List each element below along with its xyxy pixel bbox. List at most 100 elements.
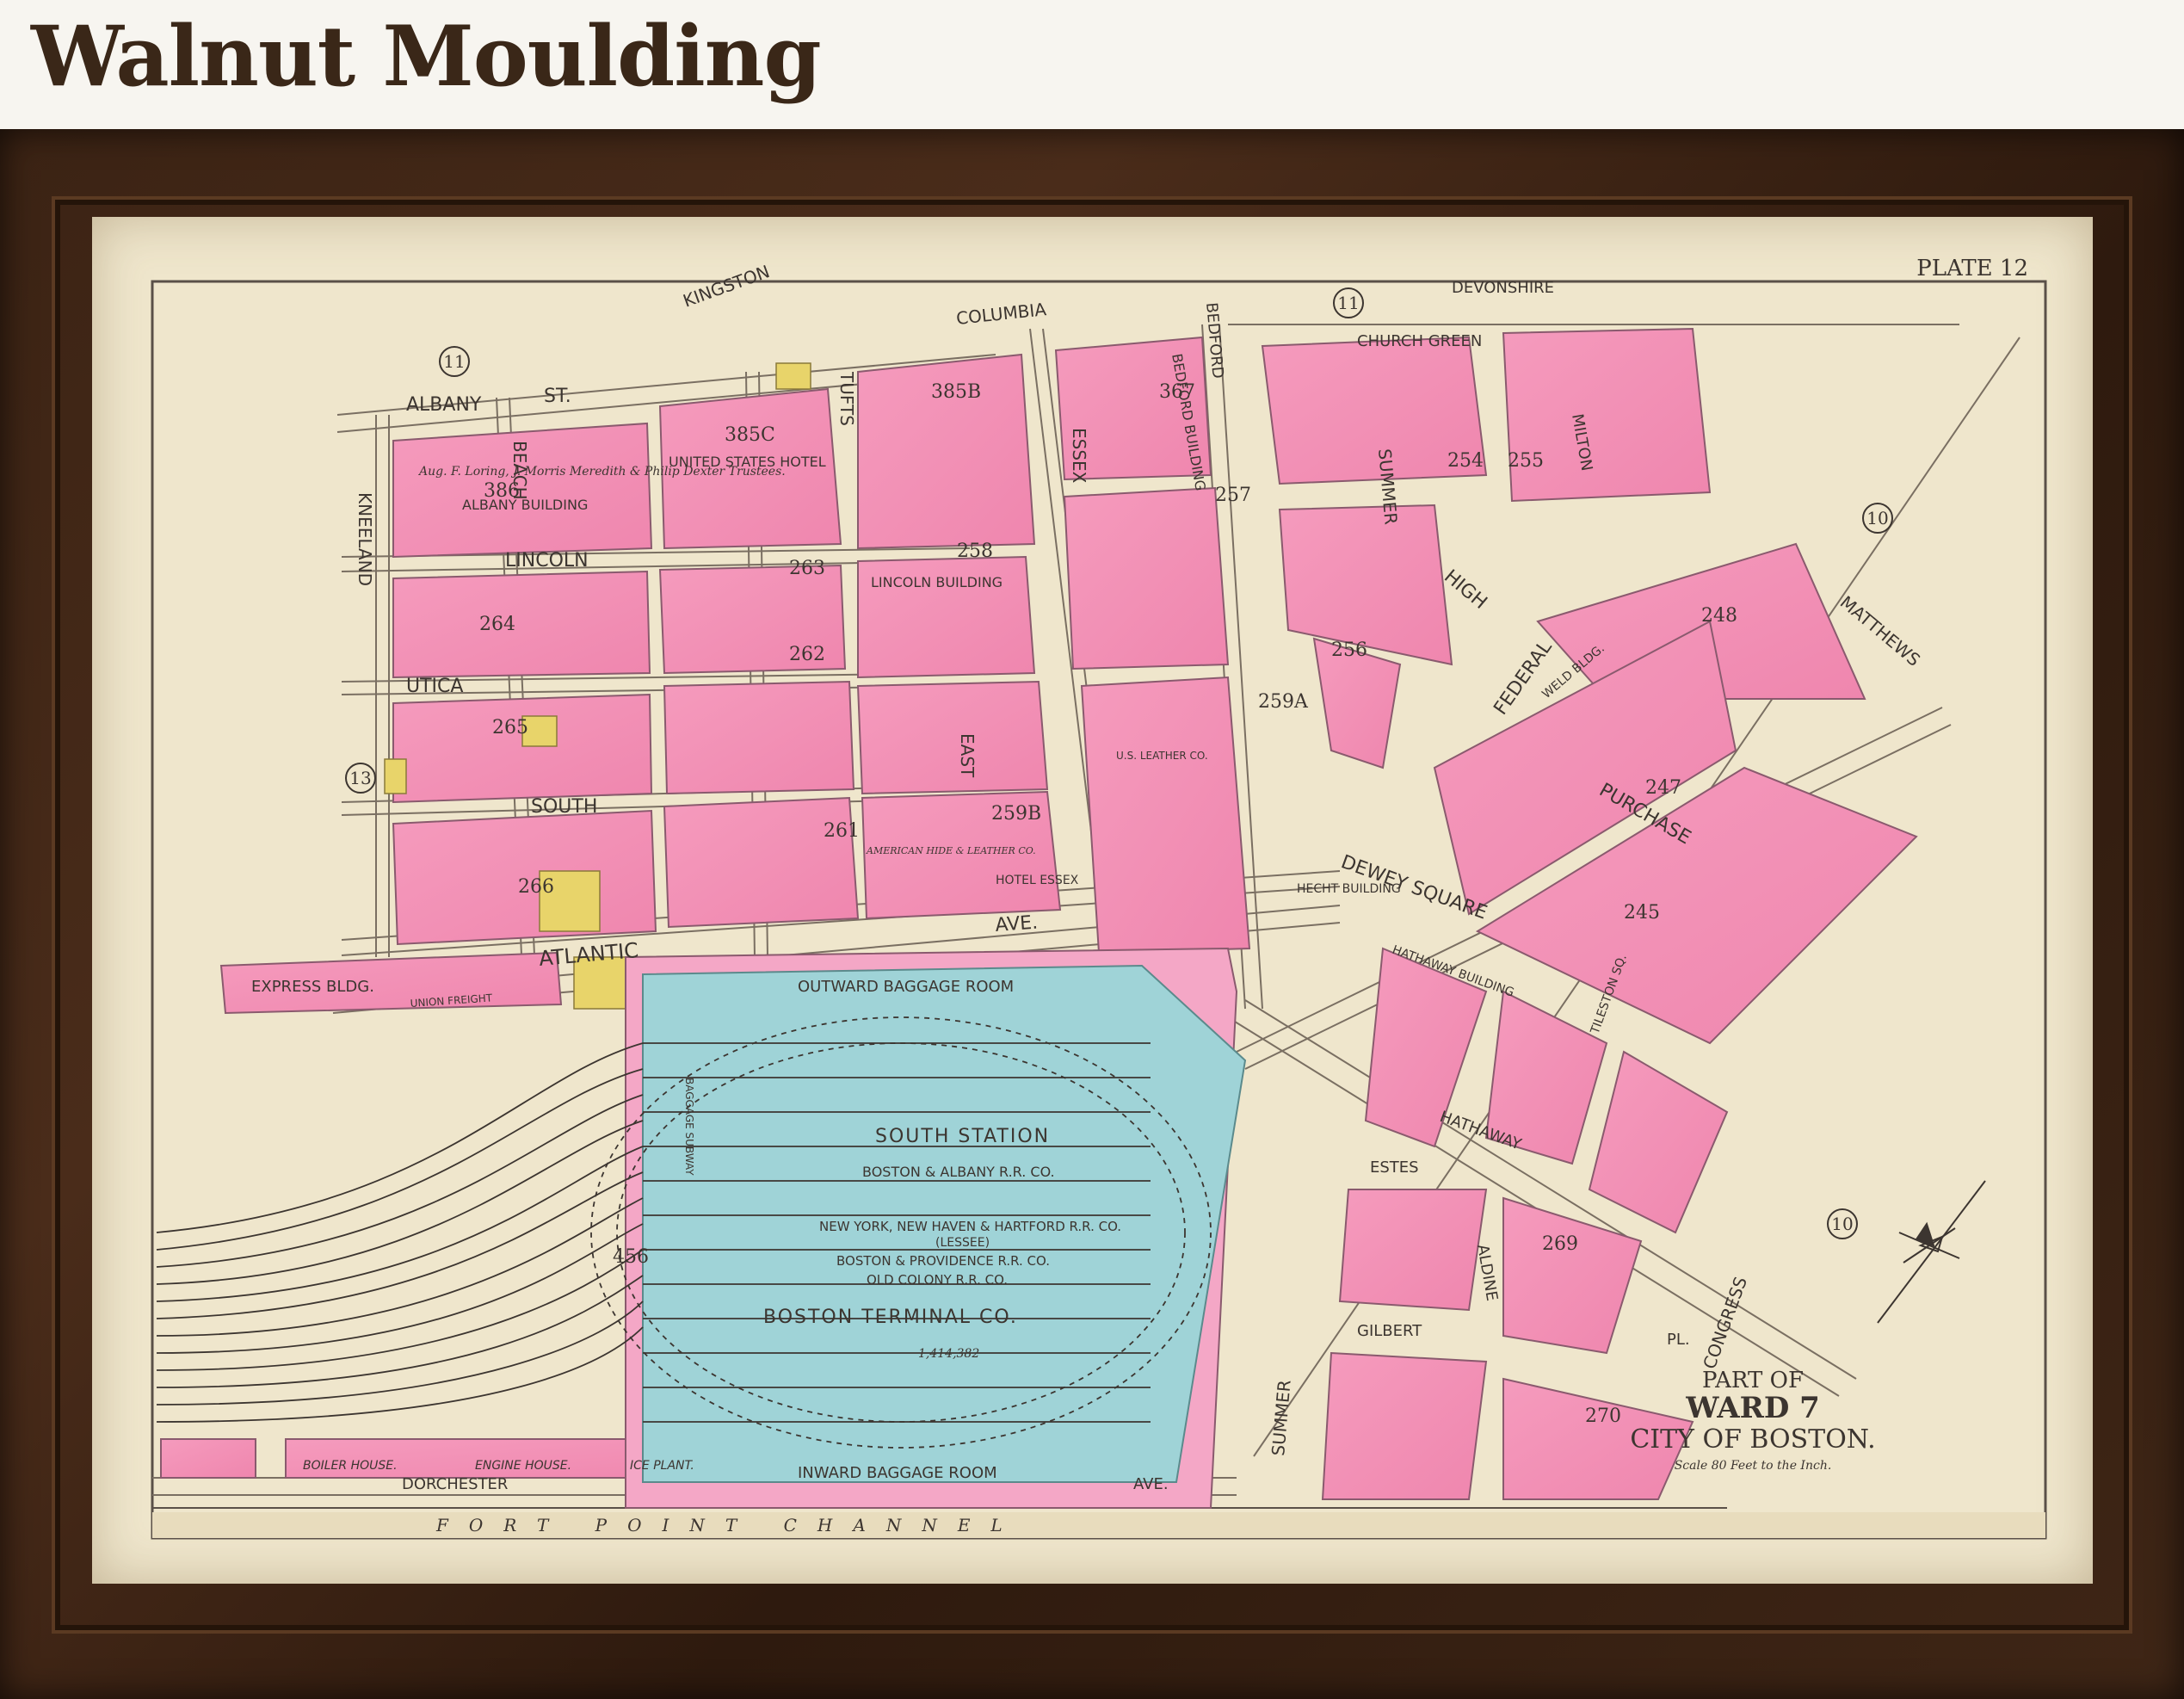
block-hathaway-pl xyxy=(1588,1050,1729,1234)
block-255 xyxy=(1502,327,1712,503)
ny-nh-h-label: NEW YORK, NEW HAVEN & HARTFORD R.R. CO. xyxy=(819,1219,1121,1234)
block-number: 254 xyxy=(1447,450,1484,472)
terminal-area: 1,414,382 xyxy=(918,1347,979,1361)
block-269-west xyxy=(1338,1189,1488,1312)
united-states-hotel: UNITED STATES HOTEL xyxy=(669,454,826,470)
block-number: 269 xyxy=(1542,1233,1578,1255)
ice-plant: ICE PLANT. xyxy=(630,1459,694,1473)
baggage-subway: BAGGAGE SUBWAY xyxy=(683,1078,695,1176)
block-number: 258 xyxy=(957,541,993,562)
lessee-label: (LESSEE) xyxy=(935,1236,990,1250)
boston-providence-label: BOSTON & PROVIDENCE R.R. CO. xyxy=(836,1253,1050,1269)
block-270-west xyxy=(1321,1351,1488,1500)
inward-baggage-room: INWARD BAGGAGE ROOM xyxy=(798,1464,997,1482)
street-lincoln: LINCOLN xyxy=(505,550,589,571)
street-church-green: CHURCH GREEN xyxy=(1357,332,1482,350)
street-dorchester: DORCHESTER xyxy=(402,1475,508,1493)
street-summer-south: SUMMER xyxy=(1268,1379,1295,1456)
block-259a xyxy=(1080,676,1251,955)
block-number: 385C xyxy=(725,424,775,446)
ward-marker-11-top: 11 xyxy=(1337,293,1359,313)
block-264 xyxy=(392,570,651,679)
block-261 xyxy=(663,796,860,929)
street-matthews: MATTHEWS xyxy=(1836,591,1924,670)
street-congress: CONGRESS xyxy=(1699,1274,1751,1372)
block-number: 259A xyxy=(1258,691,1309,713)
street-albany: ALBANY xyxy=(406,394,482,416)
street-dorchester-ave: AVE. xyxy=(1133,1475,1169,1493)
block-269 xyxy=(1502,1196,1643,1355)
block-262b xyxy=(856,680,1049,795)
block-number: 266 xyxy=(518,876,554,898)
block-number: 386 xyxy=(484,480,520,502)
page-header: Walnut Moulding xyxy=(0,0,2184,129)
block-number: 270 xyxy=(1585,1406,1621,1427)
title-scale: Scale 80 Feet to the Inch. xyxy=(1675,1459,1832,1473)
street-kneeland: KNEELAND xyxy=(355,492,375,586)
block-number: 256 xyxy=(1331,639,1367,661)
street-gilbert: GILBERT xyxy=(1357,1322,1422,1340)
block-number: 264 xyxy=(479,614,515,635)
block-sw xyxy=(160,1438,256,1479)
street-estes: ESTES xyxy=(1370,1158,1419,1177)
street-bedford: BEDFORD xyxy=(1202,302,1227,380)
us-leather: U.S. LEATHER CO. xyxy=(1116,750,1208,762)
block-number: 265 xyxy=(492,717,528,738)
ward-marker-11-left: 11 xyxy=(443,351,465,372)
block-257 xyxy=(1063,486,1230,670)
boston-terminal-label: BOSTON TERMINAL CO. xyxy=(763,1307,1018,1328)
outward-baggage-room: OUTWARD BAGGAGE ROOM xyxy=(798,978,1014,996)
map-svg: 11 11 10 13 10 PLATE 12 ALBANY ST. KNEEL… xyxy=(151,256,2047,1540)
street-east: EAST xyxy=(957,733,978,778)
plate-label: PLATE 12 xyxy=(1916,256,2028,281)
street-devonshire: DEVONSHIRE xyxy=(1452,279,1554,297)
compass-rose xyxy=(1877,1180,1986,1324)
block-number: 245 xyxy=(1624,902,1660,924)
street-utica: UTICA xyxy=(406,676,463,697)
map-print: 11 11 10 13 10 PLATE 12 ALBANY ST. KNEEL… xyxy=(92,217,2093,1584)
block-number: 247 xyxy=(1645,777,1681,799)
fort-point-channel: FORT POINT CHANNEL xyxy=(435,1515,1023,1535)
hecht-building: HECHT BUILDING xyxy=(1297,882,1401,896)
title-part-of: PART OF xyxy=(1702,1368,1804,1393)
street-ave: AVE. xyxy=(995,912,1039,936)
block-number: 385B xyxy=(931,381,981,403)
block-number: 262 xyxy=(789,644,825,665)
ward-marker-10-bottom: 10 xyxy=(1831,1214,1853,1234)
block-number: 257 xyxy=(1215,485,1251,506)
title-city: CITY OF BOSTON. xyxy=(1630,1424,1875,1455)
engine-house: ENGINE HOUSE. xyxy=(475,1459,571,1473)
title-ward: WARD 7 xyxy=(1685,1391,1820,1425)
block-number: 259B xyxy=(991,803,1041,825)
block-number: 456 xyxy=(613,1246,649,1268)
street-essex: ESSEX xyxy=(1069,428,1089,484)
ward-marker-13: 13 xyxy=(349,768,371,788)
express-bldg: EXPRESS BLDG. xyxy=(251,978,374,996)
old-colony-label: OLD COLONY R.R. CO. xyxy=(867,1272,1008,1288)
boston-albany-label: BOSTON & ALBANY R.R. CO. xyxy=(862,1164,1055,1180)
albany-building: ALBANY BUILDING xyxy=(462,497,588,513)
lincoln-building: LINCOLN BUILDING xyxy=(871,574,1003,590)
street-tufts: TUFTS xyxy=(836,371,857,426)
block-265 xyxy=(392,693,653,804)
american-hide: AMERICAN HIDE & LEATHER CO. xyxy=(866,845,1036,856)
page-title: Walnut Moulding xyxy=(31,8,822,105)
block-number: 261 xyxy=(824,820,860,842)
block-number: 248 xyxy=(1701,605,1737,627)
street-aldine: ALDINE xyxy=(1473,1243,1501,1302)
block-number: 263 xyxy=(789,558,825,579)
block-number: 255 xyxy=(1508,450,1544,472)
street-high: HIGH xyxy=(1440,565,1490,614)
street-columbia: COLUMBIA xyxy=(955,299,1047,329)
street-aldine-pl: PL. xyxy=(1667,1331,1690,1349)
street-south: SOUTH xyxy=(531,796,597,818)
street-federal: FEDERAL xyxy=(1490,636,1557,719)
block-262 xyxy=(663,680,855,795)
boiler-house: BOILER HOUSE. xyxy=(303,1459,398,1473)
street-albany-st: ST. xyxy=(544,386,571,407)
block-number: 367 xyxy=(1159,381,1195,403)
south-station-label: SOUTH STATION xyxy=(875,1126,1050,1147)
hotel-essex: HOTEL ESSEX xyxy=(996,874,1079,887)
street-kingston: KINGSTON xyxy=(681,261,773,311)
ward-marker-10-right: 10 xyxy=(1866,508,1888,528)
